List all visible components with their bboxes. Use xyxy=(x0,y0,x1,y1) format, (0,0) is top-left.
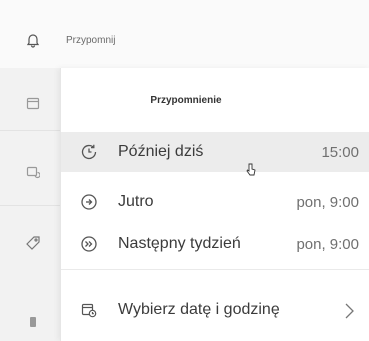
clock-arrow-icon xyxy=(79,142,99,162)
file-icon[interactable] xyxy=(22,311,44,333)
tag-icon[interactable] xyxy=(22,232,44,254)
option-time: 15:00 xyxy=(321,144,359,161)
flyout-title: Przypomnienie xyxy=(150,95,222,106)
tomorrow-option[interactable]: Jutro pon, 9:00 xyxy=(61,182,369,222)
option-label: Następny tydzień xyxy=(118,235,241,252)
divider xyxy=(0,130,60,131)
reminder-flyout: Przypomnienie Później dziś 15:00 Jutro p… xyxy=(60,68,369,341)
arrow-right-circle-icon xyxy=(79,192,99,212)
option-time: pon, 9:00 xyxy=(296,194,359,211)
double-arrow-circle-icon xyxy=(79,234,99,254)
pick-date-time-option[interactable]: Wybierz datę i godzinę xyxy=(61,290,369,330)
remind-me-row[interactable]: Przypomnij xyxy=(0,0,369,68)
calendar-clock-icon xyxy=(79,300,99,320)
option-label: Później dziś xyxy=(118,143,204,160)
chevron-right-icon xyxy=(342,302,356,320)
mouse-cursor-icon xyxy=(246,163,256,181)
option-label: Jutro xyxy=(118,193,154,210)
separator xyxy=(61,269,369,270)
bell-icon xyxy=(22,29,44,51)
calendar-icon[interactable] xyxy=(22,92,44,114)
option-time: pon, 9:00 xyxy=(296,236,359,253)
option-label: Wybierz datę i godzinę xyxy=(118,301,280,318)
remind-me-label: Przypomnij xyxy=(66,35,116,46)
later-today-option[interactable]: Później dziś 15:00 xyxy=(61,132,369,172)
calendar-repeat-icon[interactable] xyxy=(22,161,44,183)
task-detail-panel: Przypomnij Przypomnienie Później dziś 15… xyxy=(0,0,369,341)
divider xyxy=(0,205,60,206)
next-week-option[interactable]: Następny tydzień pon, 9:00 xyxy=(61,224,369,264)
